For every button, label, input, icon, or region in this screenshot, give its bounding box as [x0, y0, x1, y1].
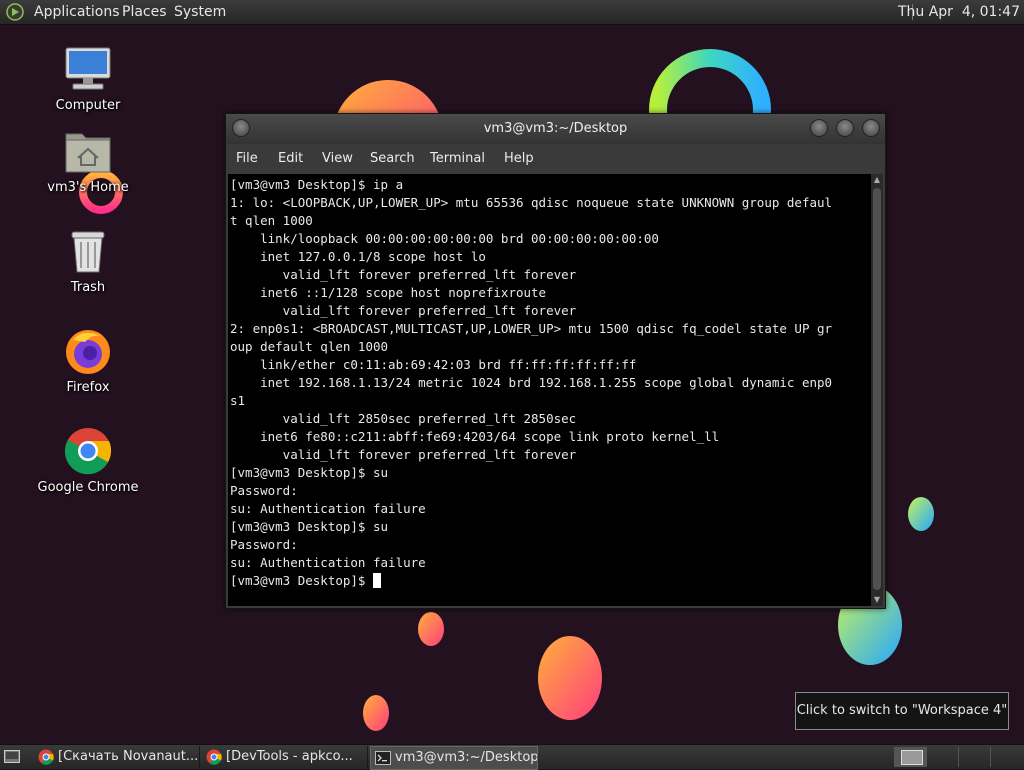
computer-icon — [65, 47, 111, 90]
terminal-line: inet 192.168.1.13/24 metric 1024 brd 192… — [230, 375, 833, 390]
firefox-icon — [66, 330, 110, 374]
applications-menu[interactable]: Applications — [30, 0, 124, 24]
terminal-line: inet6 fe80::c211:abff:fe69:4203/64 scope… — [230, 429, 720, 444]
terminal-line: Password: — [230, 483, 298, 498]
terminal-line: inet6 ::1/128 scope host noprefixroute — [230, 285, 547, 300]
terminal-lines: [vm3@vm3 Desktop]$ ip a 1: lo: <LOOPBACK,… — [230, 176, 870, 590]
scroll-down-arrow-icon[interactable]: ▼ — [873, 596, 881, 604]
menu-search[interactable]: Search — [370, 144, 415, 174]
terminal-cursor — [373, 573, 381, 588]
trash-icon — [71, 231, 105, 273]
terminal-line: link/ether c0:11:ab:69:42:03 brd ff:ff:f… — [230, 357, 637, 372]
terminal-line: t qlen 1000 — [230, 213, 313, 228]
menu-help[interactable]: Help — [504, 144, 534, 174]
terminal-line: [vm3@vm3 Desktop]$ su — [230, 519, 389, 534]
menu-file[interactable]: File — [236, 144, 258, 174]
terminal-window[interactable]: vm3@vm3:~/Desktop File Edit View Search … — [225, 113, 886, 609]
desktop-icon-label: vm3's Home — [47, 180, 129, 195]
terminal-line: 2: enp0s1: <BROADCAST,MULTICAST,UP,LOWER… — [230, 321, 833, 336]
places-menu[interactable]: Places — [118, 0, 171, 24]
terminal-line: 1: lo: <LOOPBACK,UP,LOWER_UP> mtu 65536 … — [230, 195, 833, 210]
bottom-panel: [Скачать Novanaut... [DevTools - apkco..… — [0, 744, 1024, 770]
terminal-output[interactable]: [vm3@vm3 Desktop]$ ip a 1: lo: <LOOPBACK,… — [228, 174, 871, 606]
desktop-icon-label: Computer — [55, 98, 121, 113]
menu-terminal[interactable]: Terminal — [430, 144, 485, 174]
desktop-icon-label: Google Chrome — [37, 480, 139, 495]
minimize-button[interactable] — [810, 119, 828, 137]
system-menu[interactable]: System — [170, 0, 230, 24]
terminal-menubar: File Edit View Search Terminal Help — [226, 144, 885, 174]
terminal-line: valid_lft forever preferred_lft forever — [230, 267, 577, 282]
terminal-icon — [375, 751, 391, 765]
terminal-line: [vm3@vm3 Desktop]$ su — [230, 465, 389, 480]
taskbar-item-chrome-2[interactable]: [DevTools - apkco... — [202, 746, 368, 768]
taskbar-item-label: [DevTools - apkco... — [226, 749, 353, 764]
chrome-icon — [38, 749, 54, 765]
close-button[interactable] — [862, 119, 880, 137]
show-desktop-icon[interactable] — [4, 750, 20, 763]
top-panel: Applications Places System Thu Apr 4, 01… — [0, 0, 1024, 25]
scrollbar-thumb[interactable] — [873, 188, 881, 590]
workspace-3[interactable] — [958, 747, 991, 767]
desktop-icon-firefox[interactable]: Firefox — [33, 326, 143, 395]
desktop-icon-trash[interactable]: Trash — [33, 226, 143, 295]
chrome-icon — [64, 428, 112, 475]
workspace-window-preview — [901, 750, 923, 765]
terminal-line: [vm3@vm3 Desktop]$ ip a — [230, 177, 404, 192]
chrome-icon — [206, 749, 222, 765]
terminal-line: su: Authentication failure — [230, 501, 426, 516]
workspace-tooltip: Click to switch to "Workspace 4" — [795, 692, 1009, 730]
workspace-1[interactable] — [894, 747, 927, 767]
taskbar-item-label: [Скачать Novanaut... — [58, 749, 199, 764]
desktop-icon-label: Firefox — [66, 380, 110, 395]
terminal-line: inet 127.0.0.1/8 scope host lo — [230, 249, 486, 264]
terminal-line: su: Authentication failure — [230, 555, 426, 570]
desktop-icon-computer[interactable]: Computer — [33, 44, 143, 113]
terminal-line: oup default qlen 1000 — [230, 339, 389, 354]
maximize-button[interactable] — [836, 119, 854, 137]
window-titlebar[interactable]: vm3@vm3:~/Desktop — [226, 114, 885, 144]
taskbar-item-chrome-1[interactable]: [Скачать Novanaut... — [34, 746, 200, 768]
terminal-line: Password: — [230, 537, 298, 552]
terminal-line: link/loopback 00:00:00:00:00:00 brd 00:0… — [230, 231, 659, 246]
scroll-up-arrow-icon[interactable]: ▲ — [873, 176, 881, 184]
terminal-prompt-line: [vm3@vm3 Desktop]$ — [230, 572, 870, 590]
terminal-line: valid_lft forever preferred_lft forever — [230, 303, 577, 318]
desktop-icon-home[interactable]: vm3's Home — [33, 126, 143, 195]
menu-view[interactable]: View — [322, 144, 353, 174]
window-title: vm3@vm3:~/Desktop — [483, 121, 628, 136]
taskbar-item-label: vm3@vm3:~/Desktop — [395, 750, 538, 765]
terminal-scrollbar[interactable]: ▲ ▼ — [871, 174, 883, 606]
terminal-prompt: [vm3@vm3 Desktop]$ — [230, 573, 373, 588]
workspace-2[interactable] — [926, 747, 959, 767]
menu-edit[interactable]: Edit — [278, 144, 303, 174]
terminal-line: valid_lft forever preferred_lft forever — [230, 447, 577, 462]
taskbar-item-terminal[interactable]: vm3@vm3:~/Desktop — [370, 746, 538, 770]
desktop-icon-label: Trash — [70, 280, 106, 295]
clock[interactable]: Thu Apr 4, 01:47 — [898, 0, 1020, 24]
terminal-line: s1 — [230, 393, 246, 408]
window-menu-button[interactable] — [232, 119, 250, 137]
home-folder-icon — [65, 133, 111, 173]
terminal-line: valid_lft 2850sec preferred_lft 2850sec — [230, 411, 577, 426]
distro-logo-icon[interactable] — [6, 3, 24, 21]
desktop-icon-chrome[interactable]: Google Chrome — [33, 426, 143, 495]
workspace-4[interactable] — [990, 747, 1023, 767]
